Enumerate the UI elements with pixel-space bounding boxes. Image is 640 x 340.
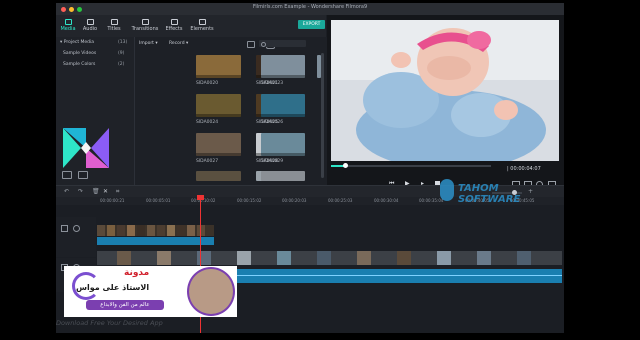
sidebar-item-project-media[interactable]: ▾ Project Media xyxy=(60,40,94,45)
preview-progress-track[interactable] xyxy=(331,165,491,167)
tab-label: Elements xyxy=(190,26,214,32)
media-thumbnail[interactable] xyxy=(196,55,241,78)
sidebar-item-sample-colors[interactable]: Sample Colors xyxy=(63,62,95,67)
preview-scrub-handle[interactable] xyxy=(343,163,348,168)
tab-elements[interactable]: Elements xyxy=(188,15,216,37)
filmora-logo xyxy=(63,128,109,168)
import-dropdown[interactable]: Import ▾ xyxy=(139,41,158,46)
watermark-card: مدونة الاستاذ على مواس عالم من الفن والا… xyxy=(64,266,237,317)
search-input[interactable] xyxy=(259,40,306,47)
filter-icon[interactable] xyxy=(247,41,255,48)
track-header-video1 xyxy=(56,217,96,257)
lock-icon[interactable] xyxy=(61,225,68,232)
new-folder-icon[interactable] xyxy=(78,171,88,179)
search-icon xyxy=(261,41,266,47)
media-thumbnail[interactable] xyxy=(196,133,241,156)
media-label: SIDA0024 xyxy=(196,120,219,125)
ruler-tick: 00:00:25:03 xyxy=(328,198,353,203)
watermark-footer-text: Download Free Your Desired App xyxy=(56,319,163,327)
media-thumbnail[interactable] xyxy=(196,171,241,181)
tab-audio[interactable]: Audio xyxy=(78,15,102,37)
delete-icon[interactable]: 🗑 xyxy=(92,188,100,195)
preview-timecode: | 00:00:04:07 xyxy=(507,166,541,172)
sidebar-item-count: (13) xyxy=(118,40,128,45)
module-tabs: Media Audio Titles Transitions Effects E… xyxy=(56,15,326,37)
tab-titles[interactable]: Titles xyxy=(102,15,126,37)
tab-label: Audio xyxy=(82,26,98,32)
window-title: Filmirls.com Example - Wondershare Filmo… xyxy=(252,4,368,10)
record-dropdown[interactable]: Record ▾ xyxy=(169,41,188,46)
media-scrollbar[interactable] xyxy=(321,53,324,178)
tab-transitions[interactable]: Transitions xyxy=(130,15,160,37)
watermark-avatar xyxy=(187,267,235,316)
video-clip[interactable] xyxy=(97,225,214,236)
media-thumbnail[interactable] xyxy=(261,171,305,181)
ruler-tick: 00:00:20:03 xyxy=(282,198,307,203)
media-label: SIDA0029 xyxy=(261,159,284,164)
playhead-handle[interactable] xyxy=(197,195,204,200)
transition-icon xyxy=(141,19,149,25)
media-thumbnail[interactable] xyxy=(196,94,241,117)
media-thumbnail[interactable] xyxy=(317,55,321,78)
elements-icon xyxy=(198,19,206,25)
media-thumbnail[interactable] xyxy=(261,55,305,78)
video-clip[interactable] xyxy=(97,251,562,265)
tab-effects[interactable]: Effects xyxy=(162,15,186,37)
music-icon xyxy=(86,19,94,25)
folder-icon[interactable] xyxy=(62,171,72,179)
watermark-line1: مدونة xyxy=(124,268,150,278)
tab-label: Media xyxy=(60,26,76,32)
media-sidebar: ▾ Project Media (13) Sample Videos (9) S… xyxy=(56,37,135,185)
preview-panel: | 00:00:04:07 ⏮ ▶ ▸ xyxy=(327,15,564,188)
tab-label: Effects xyxy=(165,26,183,32)
sidebar-item-count: (2) xyxy=(118,62,125,67)
tab-media[interactable]: Media xyxy=(56,15,80,37)
eye-icon[interactable] xyxy=(73,225,80,232)
ruler-tick: 00:00:05:01 xyxy=(146,198,171,203)
watermark-line2: الاستاذ على مواس xyxy=(76,283,150,292)
sidebar-item-sample-videos[interactable]: Sample Videos xyxy=(63,51,96,56)
media-label: SIDA0020 xyxy=(196,81,219,86)
ruler-tick: 00:00:00:21 xyxy=(100,198,125,203)
media-label: SIDA0023 xyxy=(261,81,284,86)
redo-icon[interactable]: ↷ xyxy=(78,188,83,195)
ruler-tick: 00:00:15:02 xyxy=(237,198,262,203)
text-icon xyxy=(110,19,118,25)
brand-watermark-text: TAHOM SOFTWARE xyxy=(458,183,521,205)
audio-clip[interactable] xyxy=(97,237,214,245)
tab-label: Titles xyxy=(107,26,121,32)
sidebar-item-count: (9) xyxy=(118,51,125,56)
ruler-tick: 00:00:30:04 xyxy=(374,198,399,203)
preview-video-frame[interactable] xyxy=(331,20,559,161)
media-thumbnail[interactable] xyxy=(261,133,305,156)
media-label: SIDA0027 xyxy=(196,159,219,164)
tab-label: Transitions xyxy=(131,26,159,32)
ruler-tick: 00:00:35:04 xyxy=(419,198,444,203)
media-thumbnail[interactable] xyxy=(261,94,305,117)
media-label: SIDA0026 xyxy=(261,120,284,125)
brand-watermark-logo xyxy=(440,179,454,201)
media-icon xyxy=(64,19,72,25)
undo-icon[interactable]: ↶ xyxy=(64,188,69,195)
title-bar: Filmirls.com Example - Wondershare Filmo… xyxy=(56,3,564,15)
cut-icon[interactable]: ✕ xyxy=(103,188,108,195)
watermark-line3: عالم من الفن والابداع xyxy=(86,300,164,310)
export-button[interactable]: EXPORT xyxy=(298,20,325,29)
crop-icon[interactable]: ⌗ xyxy=(116,188,119,196)
effects-icon xyxy=(170,19,178,25)
